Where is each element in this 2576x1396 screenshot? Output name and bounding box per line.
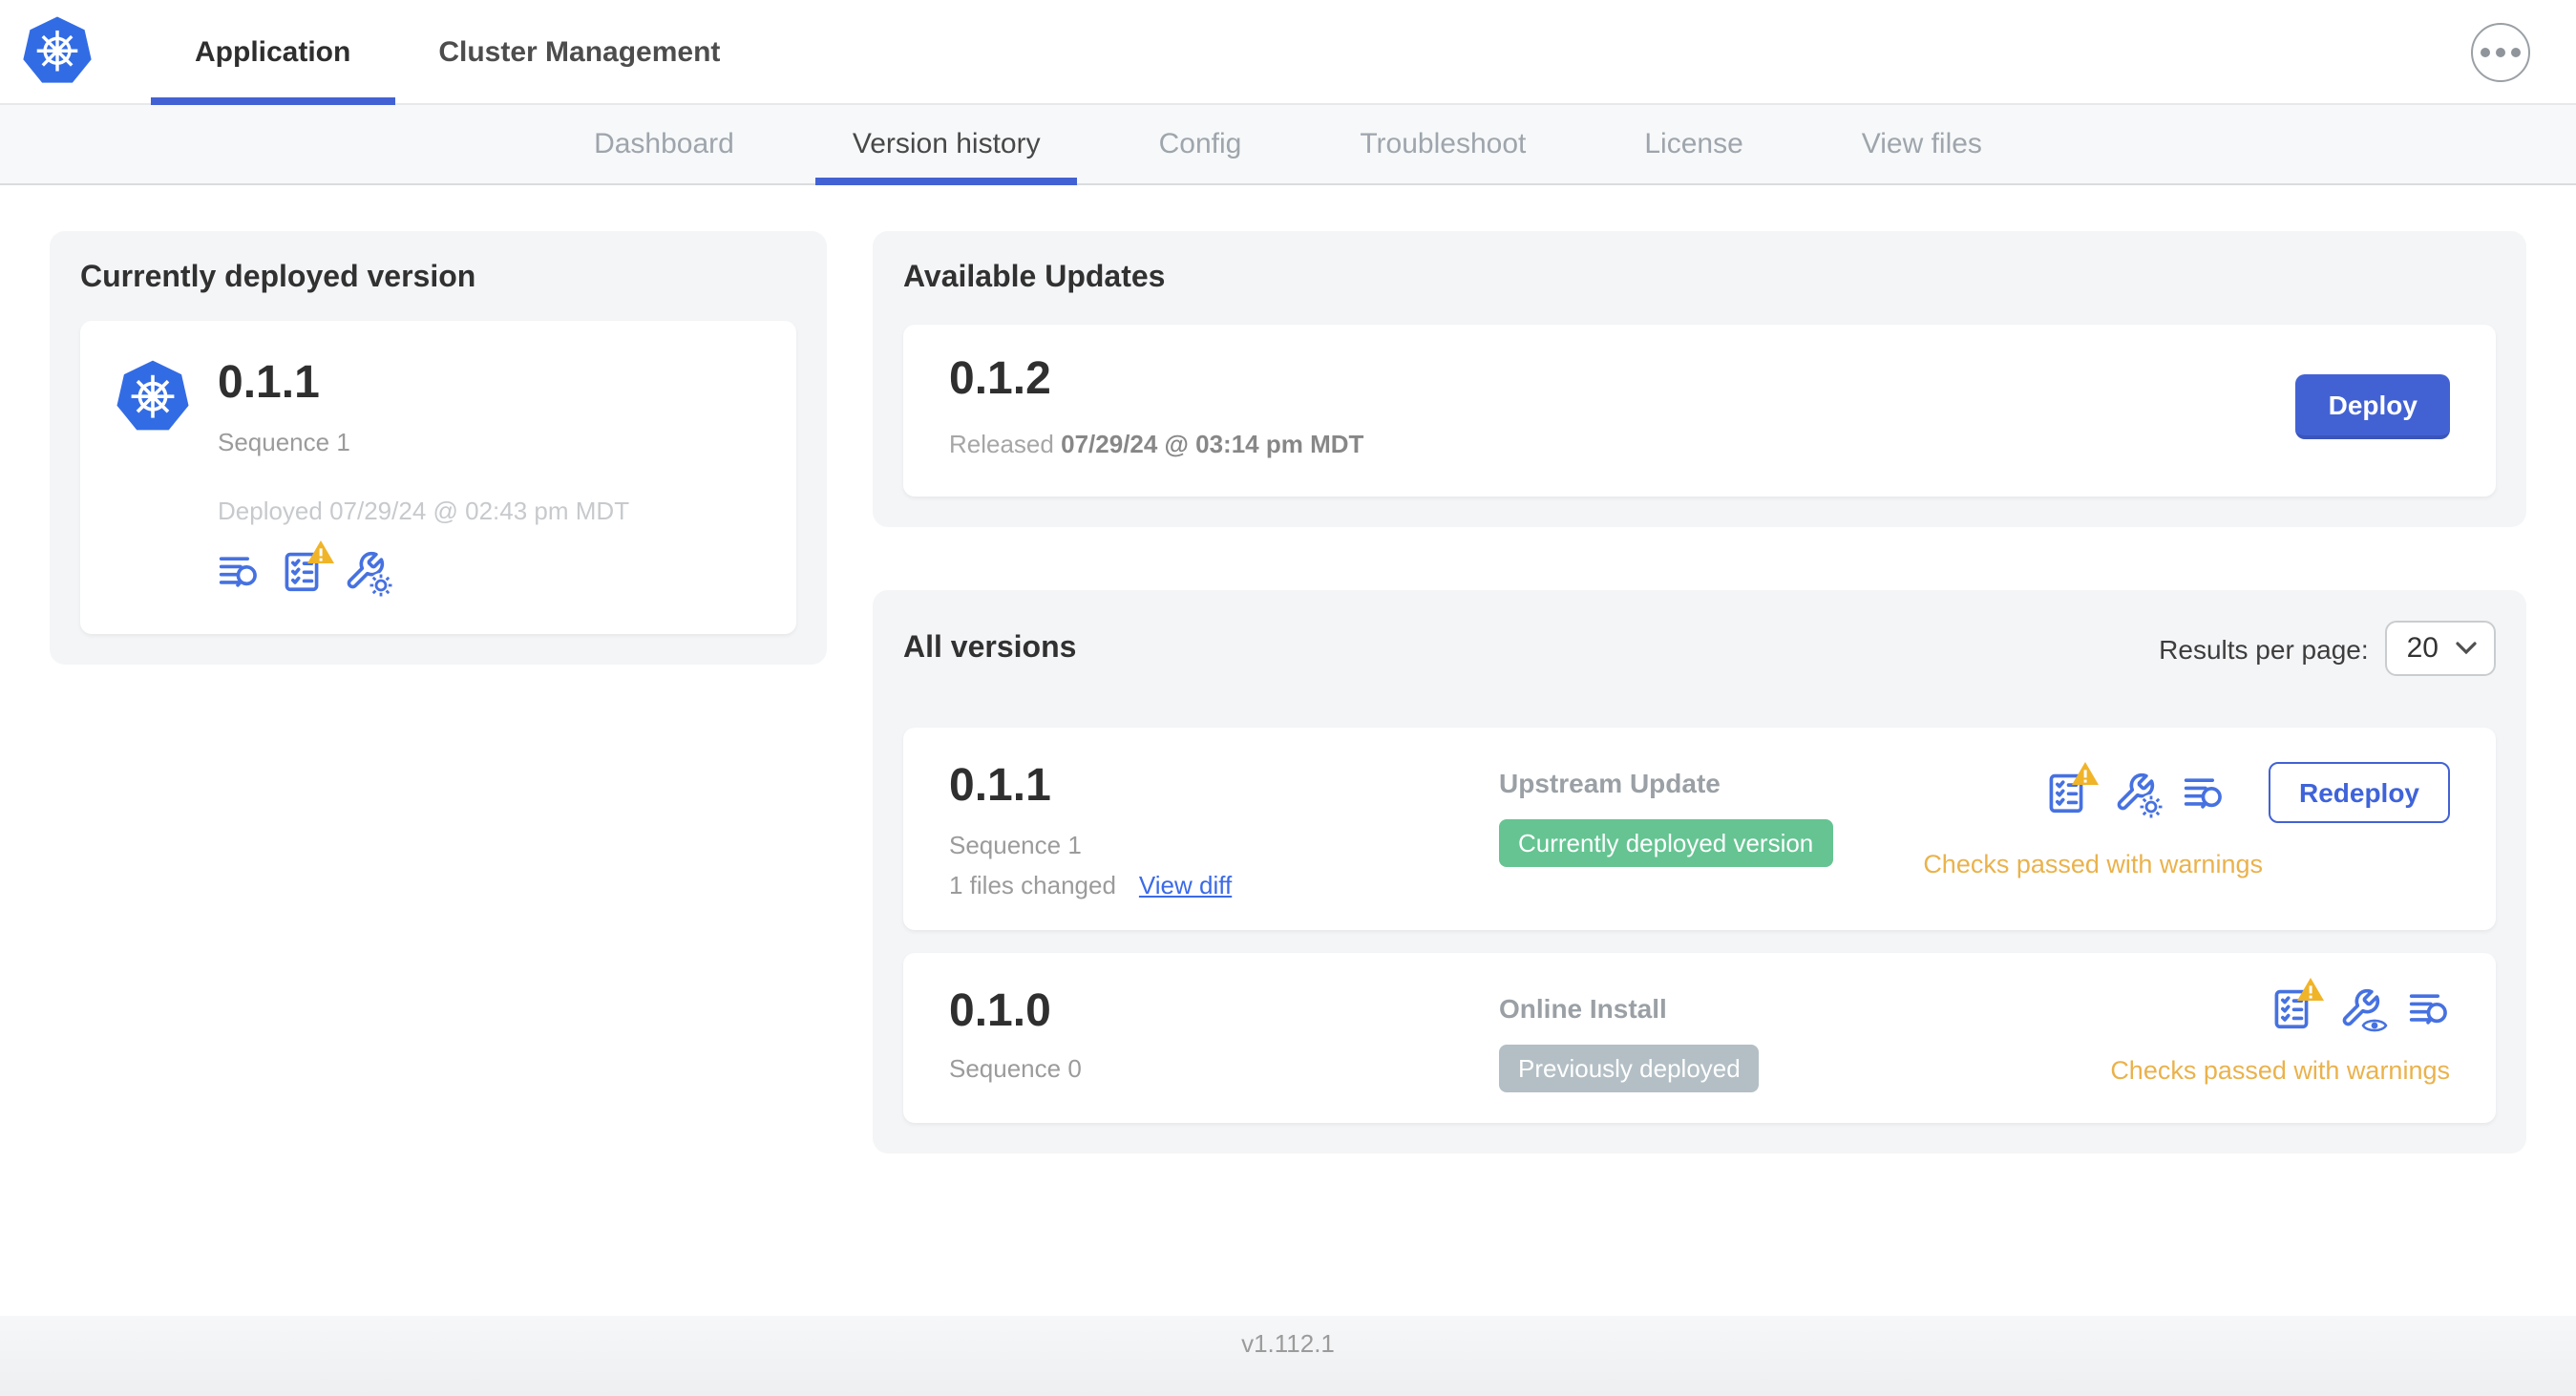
row-source-label: Upstream Update (1499, 768, 1721, 799)
row-version-number: 0.1.1 (949, 760, 1051, 813)
currently-deployed-badge: Currently deployed version (1499, 819, 1833, 868)
tab-version-history[interactable]: Version history (793, 105, 1100, 185)
available-updates-section: Available Updates 0.1.2 Released 07/29/2… (873, 231, 2526, 528)
top-nav: Application Cluster Management (0, 0, 2576, 105)
tab-cluster-management[interactable]: Cluster Management (394, 0, 764, 103)
tab-troubleshoot[interactable]: Troubleshoot (1300, 105, 1585, 183)
row-sequence: Sequence 0 (949, 1054, 1082, 1084)
config-wrench-gear-icon[interactable] (2114, 772, 2164, 820)
current-version-sequence: Sequence 1 (218, 428, 350, 457)
tab-view-files[interactable]: View files (1803, 105, 2041, 183)
warning-triangle-icon (2297, 977, 2324, 1001)
gear-icon (2138, 794, 2164, 820)
available-update-card: 0.1.2 Released 07/29/24 @ 03:14 pm MDT D… (903, 325, 2496, 497)
update-released-date: Released 07/29/24 @ 03:14 pm MDT (949, 430, 1364, 459)
console-version: v1.112.1 (1241, 1329, 1335, 1358)
ellipsis-menu-button[interactable] (2471, 22, 2530, 81)
checks-status-text: Checks passed with warnings (2110, 1055, 2450, 1085)
current-version-deployed-date: Deployed 07/29/24 @ 02:43 pm MDT (218, 497, 630, 526)
warning-triangle-icon (2071, 762, 2099, 786)
admin-console-page: Application Cluster Management Dashboard… (0, 0, 2576, 1396)
currently-deployed-title: Currently deployed version (80, 262, 476, 294)
deploy-button[interactable]: Deploy (2295, 374, 2450, 440)
all-versions-section: All versions Results per page: 20 0.1.1 (873, 590, 2526, 1153)
diff-logs-icon[interactable] (2183, 772, 2225, 814)
currently-deployed-card: 0.1.1 Sequence 1 Deployed 07/29/24 @ 02:… (80, 321, 796, 635)
diff-logs-icon[interactable] (218, 551, 260, 593)
checks-status-text: Checks passed with warnings (1923, 850, 2263, 879)
row-sequence: Sequence 1 (949, 830, 1082, 859)
row-source-label: Online Install (1499, 992, 1667, 1024)
results-per-page-select[interactable]: 20 (2385, 621, 2496, 677)
diff-logs-icon[interactable] (2408, 987, 2450, 1029)
update-version-number: 0.1.2 (949, 353, 1051, 405)
preflight-checks-warning-icon[interactable] (2045, 762, 2099, 814)
app-sub-nav: Dashboard Version history Config Trouble… (0, 105, 2576, 185)
chevron-down-icon (2456, 643, 2477, 656)
warning-triangle-icon (307, 540, 334, 564)
results-per-page-label: Results per page: (2159, 633, 2369, 665)
all-versions-title: All versions (903, 631, 1077, 665)
view-diff-link[interactable]: View diff (1139, 871, 1232, 899)
console-footer: v1.112.1 (0, 1316, 2576, 1396)
kubernetes-app-icon (115, 359, 191, 593)
redeploy-button[interactable]: Redeploy (2268, 762, 2450, 824)
view-config-wrench-eye-icon[interactable] (2339, 987, 2389, 1035)
gear-icon (369, 573, 393, 599)
config-wrench-gear-icon[interactable] (344, 551, 393, 599)
tab-config[interactable]: Config (1100, 105, 1301, 183)
tab-application[interactable]: Application (151, 0, 394, 105)
kubernetes-logo-icon (21, 0, 94, 103)
eye-icon (2360, 1015, 2389, 1035)
row-version-number: 0.1.0 (949, 984, 1051, 1037)
currently-deployed-section: Currently deployed version 0.1.1 Sequenc… (50, 231, 827, 666)
preflight-checks-warning-icon[interactable] (281, 540, 334, 593)
available-updates-title: Available Updates (903, 262, 1166, 294)
main-content: Currently deployed version 0.1.1 Sequenc… (0, 185, 2576, 1153)
current-version-number: 0.1.1 (218, 357, 320, 409)
row-files-changed: 1 files changed View diff (949, 870, 1233, 899)
preflight-checks-warning-icon[interactable] (2270, 977, 2324, 1029)
tab-license[interactable]: License (1585, 105, 1802, 183)
version-row-0-1-0: 0.1.0 Sequence 0 Online Install Previous… (903, 952, 2496, 1123)
version-row-0-1-1: 0.1.1 Sequence 1 1 files changed View dif… (903, 728, 2496, 930)
tab-dashboard[interactable]: Dashboard (535, 105, 793, 183)
previously-deployed-badge: Previously deployed (1499, 1044, 1760, 1092)
